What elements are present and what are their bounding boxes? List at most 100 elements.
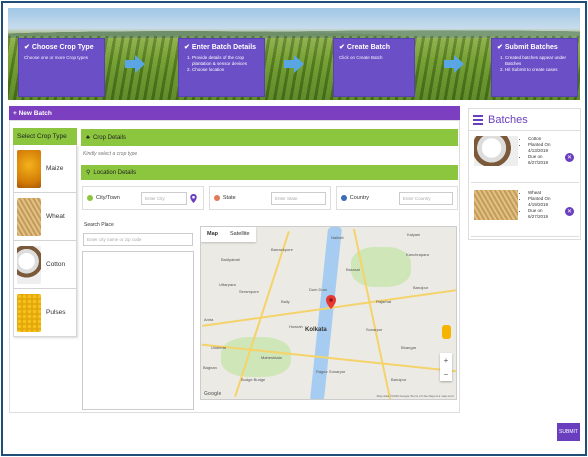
crop-type-panel: Select Crop Type Maize Wheat Cotton Puls…: [13, 128, 77, 340]
map-pin-icon: ⚲: [86, 170, 91, 176]
batch-due-date: 6/27/2019: [528, 160, 549, 165]
batch-planted-label: Planted On: [528, 196, 551, 201]
search-place-input[interactable]: Enter city name or zip code: [83, 233, 193, 246]
batches-header: Batches: [469, 109, 580, 131]
batch-due-date: 6/27/2019: [528, 214, 549, 219]
step-enter-details: ✔Enter Batch Details Provide details of …: [178, 38, 265, 97]
hero-banner: ✔ Choose Crop Type Choose one or more Cro…: [8, 8, 580, 100]
map-town-label: Serampore: [239, 289, 259, 294]
map-town-label: Sonarpur: [366, 327, 383, 332]
street-view-pegman-icon[interactable]: [442, 325, 451, 339]
google-logo: Google: [204, 391, 222, 397]
crop-label: Pulses: [46, 309, 66, 316]
step-submit-batches: ✔Submit Batches Created batches appear u…: [491, 38, 578, 97]
new-batch-label: + New Batch: [13, 109, 52, 117]
map-city-label: Kolkata: [305, 327, 327, 333]
map-town-label: Baruipur: [413, 285, 429, 290]
map-town-label: Bally: [281, 299, 290, 304]
arrow-right-icon: [125, 55, 145, 73]
step-title: Enter Batch Details: [191, 43, 257, 51]
city-label: City/Town: [96, 195, 120, 201]
batch-planted-date: 4/19/2019: [528, 202, 549, 207]
check-icon: ✔: [497, 44, 503, 51]
new-batch-bar[interactable]: + New Batch: [9, 106, 460, 120]
crop-details-header: ♣ Crop Details: [81, 129, 458, 146]
step-create-batch: ✔ Create Batch Click on Create Batch: [333, 38, 415, 97]
map-town-label: Rajpur Sonarpur: [316, 369, 346, 374]
river: [309, 227, 343, 399]
check-icon: ✔: [184, 44, 190, 51]
state-label: State: [222, 195, 236, 201]
globe-icon: [341, 195, 347, 201]
step-item: Provide details of the crop plantation &…: [192, 55, 259, 67]
remove-batch-icon[interactable]: ✕: [565, 153, 574, 162]
map-attribution[interactable]: Map data ©2019 Google Terms of Use Repor…: [377, 394, 454, 398]
batch-item: Cotton Planted On4/13/2019 Due on6/27/20…: [471, 133, 579, 183]
crop-label: Maize: [46, 165, 64, 172]
country-input[interactable]: Enter Country: [398, 191, 454, 205]
wheat-image: [474, 190, 518, 220]
crop-item-pulses[interactable]: Pulses: [13, 289, 77, 337]
batch-planted-label: Planted On: [528, 142, 551, 147]
map-town-label: Uttarpara: [219, 282, 236, 287]
map-town-label: Maheshtala: [261, 355, 282, 360]
map-town-label: Amta: [204, 317, 214, 322]
map-view[interactable]: Map Satellite Barrackpore Barasat Sonarp…: [200, 226, 457, 400]
state-icon: [214, 195, 220, 201]
map-town-label: Naihati: [331, 235, 344, 240]
batch-info: Cotton Planted On4/13/2019 Due on6/27/20…: [521, 136, 551, 179]
state-input[interactable]: Enter State: [270, 191, 326, 205]
batches-title: Batches: [488, 114, 528, 126]
map-marker-icon[interactable]: [326, 295, 336, 309]
leaf-icon: ♣: [86, 134, 90, 141]
crop-details-title: Crop Details: [92, 134, 126, 141]
map-town-label: Bagnan: [203, 365, 217, 370]
tab-map[interactable]: Map: [201, 227, 224, 242]
state-field: State Enter State: [209, 186, 331, 210]
maize-image: [17, 149, 41, 188]
crop-panel-header: Select Crop Type: [13, 128, 77, 145]
batch-due-label: Due on: [528, 154, 543, 159]
tab-satellite[interactable]: Satellite: [224, 227, 256, 242]
map-town-label: Uluberia: [211, 345, 226, 350]
location-details-header: ⚲ Location Details: [81, 165, 458, 180]
map-town-label: Barasat: [346, 267, 360, 272]
map-town-label: Kanchrapara: [406, 252, 429, 257]
map-zoom-control: + −: [440, 353, 452, 381]
country-label: Country: [349, 195, 370, 201]
pulses-image: [17, 293, 41, 332]
map-town-label: Budge Budge: [241, 377, 266, 382]
crop-item-cotton[interactable]: Cotton: [13, 241, 77, 289]
city-input[interactable]: Enter City: [141, 191, 187, 205]
batch-item: Wheat Planted On4/19/2019 Due on6/27/201…: [471, 187, 579, 237]
list-icon: [473, 115, 483, 125]
map-town-label: Baruipur: [391, 377, 407, 382]
step-item: Hit Submit to create cases: [505, 67, 572, 73]
step-title: Submit Batches: [504, 43, 558, 51]
location-pin-icon[interactable]: [190, 193, 197, 203]
zoom-out-button[interactable]: −: [444, 370, 449, 379]
step-desc: Click on Create Batch: [339, 55, 383, 60]
crop-label: Wheat: [46, 213, 65, 220]
submit-button[interactable]: SUBMIT: [557, 423, 580, 441]
crop-item-maize[interactable]: Maize: [13, 145, 77, 193]
search-results-list[interactable]: [82, 251, 194, 410]
crop-label: Cotton: [46, 261, 66, 268]
map-town-label: Dum Dum: [309, 287, 328, 292]
step-item: Choose location: [192, 67, 259, 73]
batches-panel: Batches Cotton Planted On4/13/2019 Due o…: [468, 108, 581, 240]
batch-info: Wheat Planted On4/19/2019 Due on6/27/201…: [521, 190, 551, 233]
check-icon: ✔: [339, 44, 345, 51]
cotton-image: [17, 245, 41, 284]
remove-batch-icon[interactable]: ✕: [565, 207, 574, 216]
cotton-image: [474, 136, 518, 166]
zoom-in-button[interactable]: +: [444, 356, 449, 365]
map-town-label: Kalyani: [407, 232, 421, 237]
wheat-image: [17, 197, 41, 236]
batch-planted-date: 4/13/2019: [528, 148, 549, 153]
map-town-label: Bhangar: [401, 345, 417, 350]
crop-item-wheat[interactable]: Wheat: [13, 193, 77, 241]
city-field: City/Town Enter City: [82, 186, 204, 210]
city-icon: [87, 195, 93, 201]
map-town-label: Howrah: [289, 324, 303, 329]
